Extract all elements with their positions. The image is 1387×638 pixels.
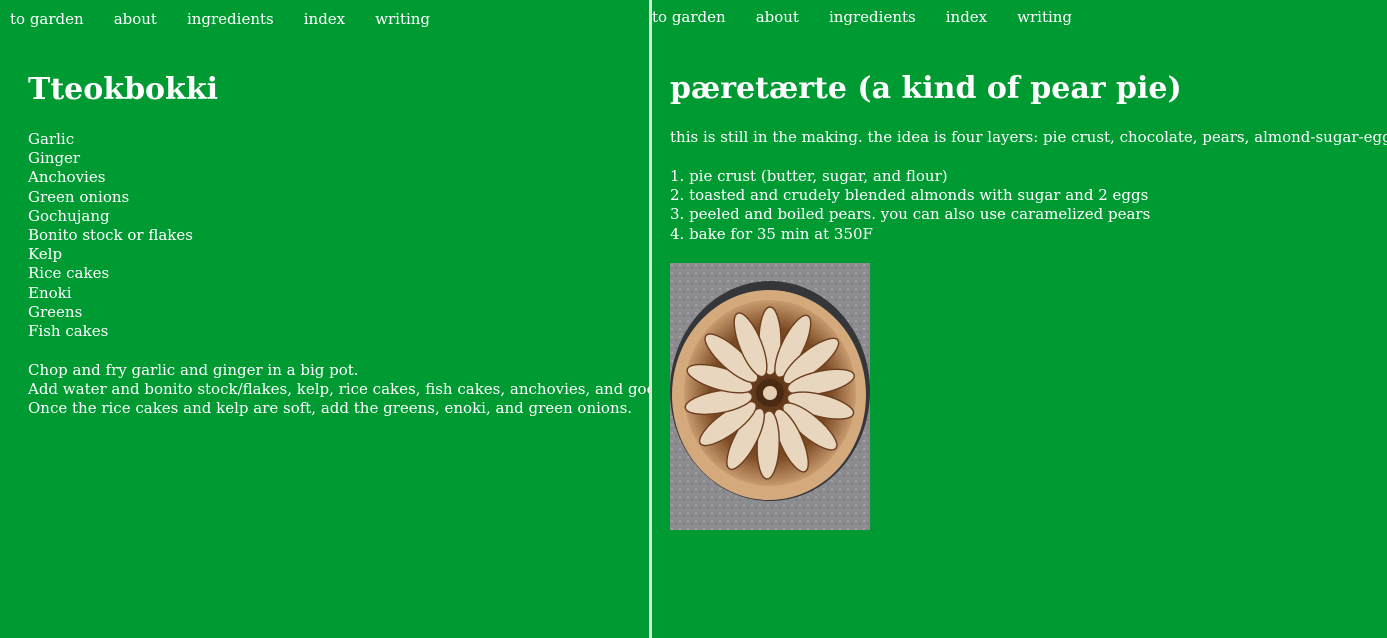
left-pane[interactable]: to garden about ingredients index writin… [0, 0, 650, 638]
nav-link-ingredients[interactable]: ingredients [187, 10, 274, 28]
recipe-step: 1. pie crust (butter, sugar, and flour) [670, 167, 948, 185]
recipe-step: 3. peeled and boiled pears. you can also… [670, 205, 1151, 224]
right-nav: to garden about ingredients index writin… [652, 8, 1072, 26]
recipe-step: 4. bake for 35 min at 350F [670, 224, 873, 243]
list-item: Green onions [28, 187, 130, 206]
list-item: Bonito stock or flakes [28, 226, 193, 245]
split-view: to garden about ingredients index writin… [0, 0, 1387, 638]
list-item: Anchovies [28, 168, 106, 187]
list-item: Fish cakes [28, 322, 109, 341]
left-nav: to garden about ingredients index writin… [10, 10, 430, 28]
list-item: Rice cakes [28, 264, 110, 283]
recipe-steps: Chop and fry garlic and ginger in a big … [28, 361, 650, 419]
pear-pie-photo [670, 263, 870, 530]
list-item: Garlic [28, 130, 75, 148]
list-item: Greens [28, 302, 83, 321]
nav-link-ingredients[interactable]: ingredients [829, 8, 916, 26]
page-title: Tteokbokki [28, 72, 219, 107]
page-title: pæretærte (a kind of pear pie) [670, 71, 1182, 106]
ingredient-list: Garlic Ginger Anchovies Green onions Goc… [28, 130, 193, 341]
list-item: Enoki [28, 283, 72, 302]
recipe-step: 2. toasted and crudely blended almonds w… [670, 186, 1149, 205]
intro-text: this is still in the making. the idea is… [670, 128, 1387, 146]
right-pane[interactable]: to garden about ingredients index writin… [652, 0, 1387, 638]
nav-link-index[interactable]: index [304, 10, 345, 28]
nav-link-to-garden[interactable]: to garden [10, 10, 84, 28]
nav-link-writing[interactable]: writing [375, 10, 430, 28]
list-item: Kelp [28, 245, 63, 264]
recipe-step: Once the rice cakes and kelp are soft, a… [28, 399, 633, 418]
list-item: Ginger [28, 149, 81, 168]
nav-link-to-garden[interactable]: to garden [652, 8, 726, 26]
nav-link-about[interactable]: about [114, 10, 157, 28]
recipe-steps: 1. pie crust (butter, sugar, and flour) … [670, 167, 1150, 244]
nav-link-index[interactable]: index [946, 8, 987, 26]
list-item: Gochujang [28, 206, 110, 225]
recipe-step: Add water and bonito stock/flakes, kelp,… [28, 380, 650, 399]
recipe-step: Chop and fry garlic and ginger in a big … [28, 361, 359, 379]
nav-link-about[interactable]: about [756, 8, 799, 26]
nav-link-writing[interactable]: writing [1017, 8, 1072, 26]
